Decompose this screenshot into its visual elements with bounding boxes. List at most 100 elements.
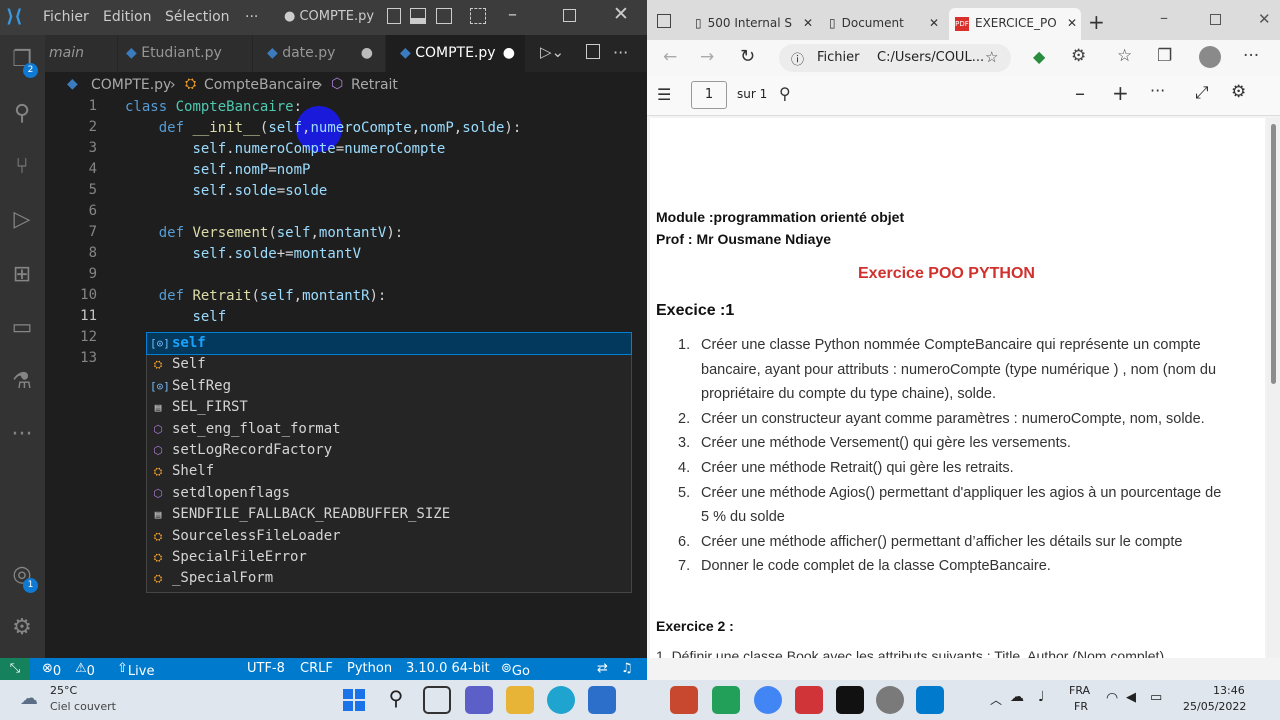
netflix-icon[interactable] bbox=[836, 686, 864, 714]
clock-time[interactable]: 13:46 bbox=[1213, 684, 1245, 697]
pdf-scrollbar[interactable] bbox=[1267, 118, 1280, 658]
breadcrumb-method[interactable]: Retrait bbox=[351, 77, 398, 93]
weather-desc[interactable]: Ciel couvert bbox=[50, 700, 116, 713]
extension-icon[interactable]: ◆ bbox=[1033, 47, 1045, 66]
collections-icon[interactable]: ❐ bbox=[1157, 46, 1172, 66]
suggestion-item[interactable]: [⊙] SelfReg bbox=[147, 376, 631, 397]
lang-secondary[interactable]: FR bbox=[1074, 700, 1088, 713]
maximize-icon[interactable] bbox=[1210, 14, 1221, 25]
forward-icon[interactable]: → bbox=[700, 47, 714, 67]
clock-date[interactable]: 25/05/2022 bbox=[1183, 700, 1246, 713]
suggestion-item[interactable]: ⬡ setLogRecordFactory bbox=[147, 440, 631, 461]
lang-primary[interactable]: FRA bbox=[1069, 684, 1090, 697]
start-button-icon[interactable] bbox=[340, 686, 368, 714]
suggestion-item[interactable]: ⛭ SourcelessFileLoader bbox=[147, 526, 631, 547]
toggle-sidebar-icon[interactable] bbox=[387, 8, 401, 24]
remote-icon[interactable]: ⤡ bbox=[0, 658, 30, 680]
menu-fichier[interactable]: Fichier bbox=[43, 9, 89, 25]
maximize-icon[interactable] bbox=[563, 9, 576, 22]
extensions-icon[interactable]: ⚙ bbox=[1071, 46, 1086, 66]
chrome-icon[interactable] bbox=[754, 686, 782, 714]
manage-gear-icon[interactable]: ⚙ bbox=[7, 613, 37, 643]
language-mode[interactable]: Python bbox=[347, 661, 392, 676]
scroll-thumb[interactable] bbox=[1271, 124, 1276, 384]
search-icon[interactable]: ⚲ bbox=[7, 99, 37, 129]
reload-icon[interactable]: ↻ bbox=[740, 46, 755, 67]
battery-icon[interactable]: ▭ bbox=[1150, 690, 1162, 705]
settings-icon[interactable] bbox=[876, 686, 904, 714]
toggle-secondary-icon[interactable] bbox=[436, 8, 452, 24]
suggestion-item[interactable]: ⬡ set_eng_float_format bbox=[147, 419, 631, 440]
breadcrumb-file[interactable]: COMPTE.py bbox=[91, 77, 171, 93]
vscode-taskbar-icon[interactable] bbox=[916, 686, 944, 714]
toggle-panel-icon[interactable] bbox=[410, 8, 426, 24]
tab-main[interactable]: main bbox=[45, 35, 117, 72]
go-live-button[interactable]: ⊚ Go Live bbox=[501, 661, 538, 694]
menu-edition[interactable]: Edition bbox=[103, 9, 151, 25]
app-icon[interactable] bbox=[795, 686, 823, 714]
menu-selection[interactable]: Sélection bbox=[165, 9, 230, 25]
zoom-out-icon[interactable]: – bbox=[1075, 81, 1085, 105]
notifications-icon[interactable]: ♫ bbox=[621, 661, 633, 676]
suggestion-item[interactable]: ⛭ Shelf bbox=[147, 461, 631, 482]
split-editor-icon[interactable] bbox=[586, 44, 600, 59]
suggestion-item[interactable]: ⛭ Self bbox=[147, 354, 631, 375]
chat-icon[interactable] bbox=[465, 686, 493, 714]
pycharm-icon[interactable] bbox=[712, 686, 740, 714]
tab-etudiant[interactable]: ◆ Etudiant.py bbox=[118, 35, 252, 72]
search-icon[interactable]: ⚲ bbox=[382, 686, 410, 714]
suggestion-item[interactable]: ⬡ setdlopenflags bbox=[147, 483, 631, 504]
wifi-icon[interactable]: ◠ bbox=[1106, 690, 1118, 706]
tab-date[interactable]: ◆ date.py ● bbox=[253, 35, 385, 72]
tab-actions-icon[interactable] bbox=[657, 14, 671, 28]
menu-more[interactable]: ··· bbox=[245, 9, 258, 25]
info-icon[interactable]: ⓘ bbox=[791, 49, 804, 68]
fit-page-icon[interactable]: ⤢ bbox=[1195, 83, 1209, 103]
microphone-icon[interactable]: ♩ bbox=[1038, 689, 1045, 705]
more-tools-icon[interactable]: ··· bbox=[1150, 81, 1165, 100]
back-icon[interactable]: ← bbox=[663, 47, 677, 67]
volume-icon[interactable]: ◀ bbox=[1126, 690, 1136, 705]
run-debug-icon[interactable]: ▷ bbox=[7, 205, 37, 235]
zoom-in-icon[interactable]: + bbox=[1112, 81, 1129, 105]
suggestion-item[interactable]: [⊙] self bbox=[146, 331, 632, 356]
task-view-icon[interactable] bbox=[423, 686, 451, 714]
more-actions-icon[interactable]: ··· bbox=[613, 43, 628, 62]
favorites-icon[interactable]: ☆ bbox=[1117, 46, 1132, 66]
remote-explorer-icon[interactable]: ▭ bbox=[7, 313, 37, 343]
onedrive-icon[interactable]: ☁ bbox=[1010, 689, 1024, 705]
source-control-icon[interactable]: ⑂ bbox=[7, 152, 37, 182]
browser-tab-500[interactable]: ▯ 500 Internal S ✕ bbox=[689, 8, 817, 40]
problems-errors[interactable]: ⊗ 0 bbox=[42, 661, 61, 679]
suggestion-item[interactable]: ⛭ _SpecialForm bbox=[147, 568, 631, 589]
problems-warnings[interactable]: ⚠ 0 bbox=[75, 661, 95, 679]
close-tab-icon[interactable]: ✕ bbox=[929, 8, 939, 38]
run-icon[interactable]: ▷⌄ bbox=[540, 43, 564, 61]
minimize-icon[interactable]: – bbox=[508, 4, 517, 25]
office-icon[interactable] bbox=[670, 686, 698, 714]
testing-icon[interactable]: ⚗ bbox=[7, 367, 37, 397]
close-tab-icon[interactable]: ✕ bbox=[1067, 8, 1077, 38]
chevron-up-icon[interactable]: ︿ bbox=[990, 691, 1002, 708]
interpreter[interactable]: 3.10.0 64-bit bbox=[406, 661, 490, 676]
page-number-input[interactable]: 1 bbox=[691, 81, 727, 109]
tab-compte[interactable]: ◆ COMPTE.py ● bbox=[386, 35, 525, 72]
mail-icon[interactable] bbox=[588, 686, 616, 714]
layout-icon[interactable] bbox=[470, 8, 486, 24]
browser-tab-document[interactable]: ▯ Document ✕ bbox=[823, 8, 943, 40]
suggestion-item[interactable]: ▤ SEL_FIRST bbox=[147, 397, 631, 418]
file-explorer-icon[interactable] bbox=[506, 686, 534, 714]
contents-icon[interactable]: ☰ bbox=[657, 85, 671, 104]
address-field[interactable]: ⓘ Fichier C:/Users/COUL... ☆ bbox=[779, 44, 1011, 72]
close-tab-icon[interactable]: ✕ bbox=[803, 8, 813, 38]
close-icon[interactable]: ✕ bbox=[613, 3, 629, 25]
encoding[interactable]: UTF-8 bbox=[247, 661, 285, 676]
extensions-icon[interactable]: ⊞ bbox=[7, 260, 37, 290]
more-views-icon[interactable]: ··· bbox=[7, 420, 37, 450]
favorite-add-icon[interactable]: ☆ bbox=[985, 48, 998, 66]
settings-more-icon[interactable]: ··· bbox=[1243, 46, 1259, 66]
close-window-icon[interactable]: ✕ bbox=[1258, 10, 1271, 28]
suggestion-item[interactable]: ▤ SENDFILE_FALLBACK_READBUFFER_SIZE bbox=[147, 504, 631, 525]
search-icon[interactable]: ⚲ bbox=[779, 84, 791, 103]
feedback-icon[interactable]: ⇄ bbox=[597, 661, 608, 676]
